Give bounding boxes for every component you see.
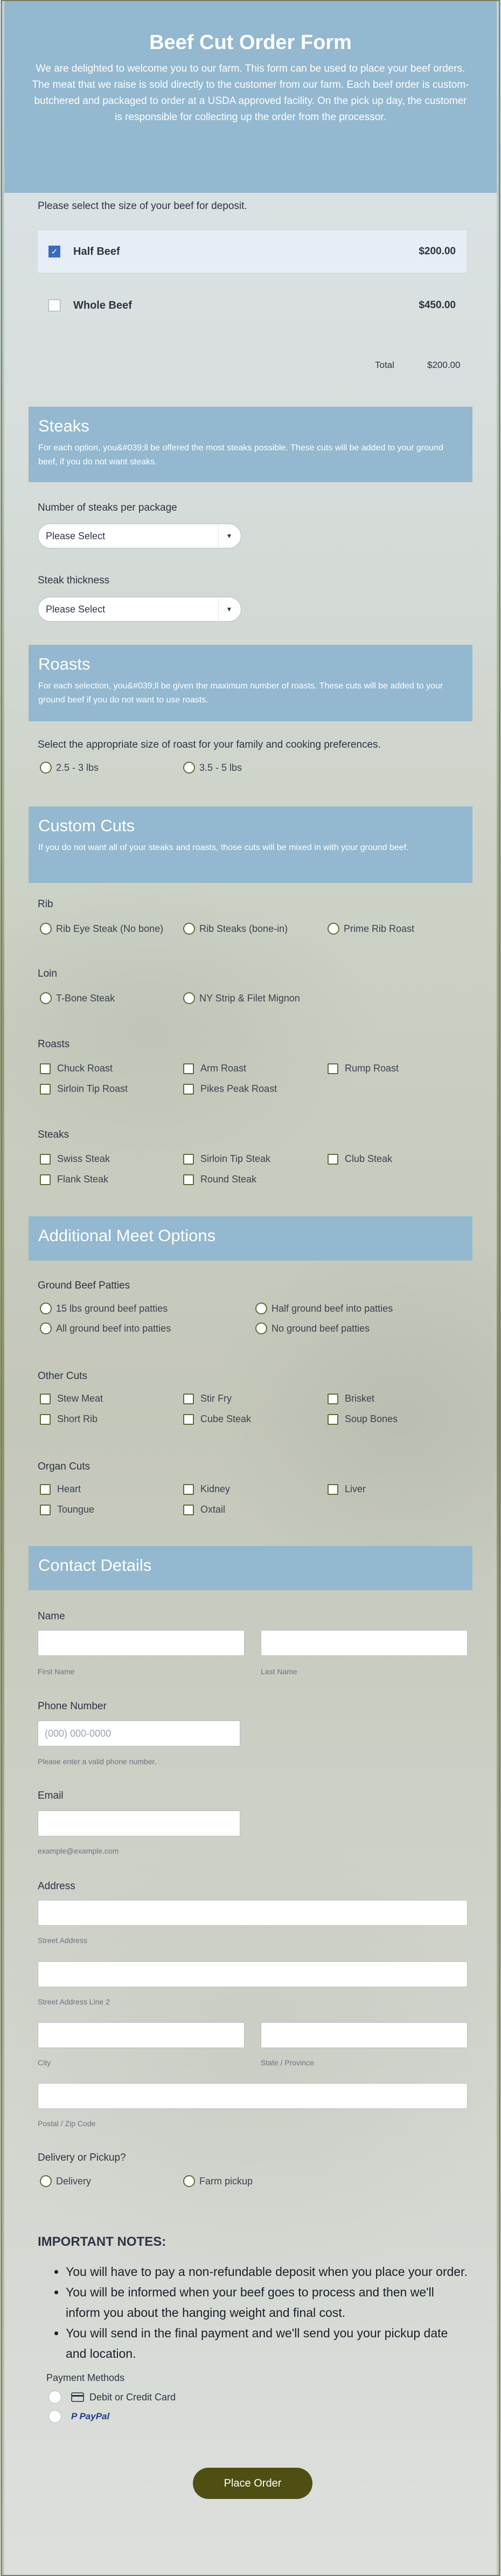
page-frame (1, 0, 500, 2576)
